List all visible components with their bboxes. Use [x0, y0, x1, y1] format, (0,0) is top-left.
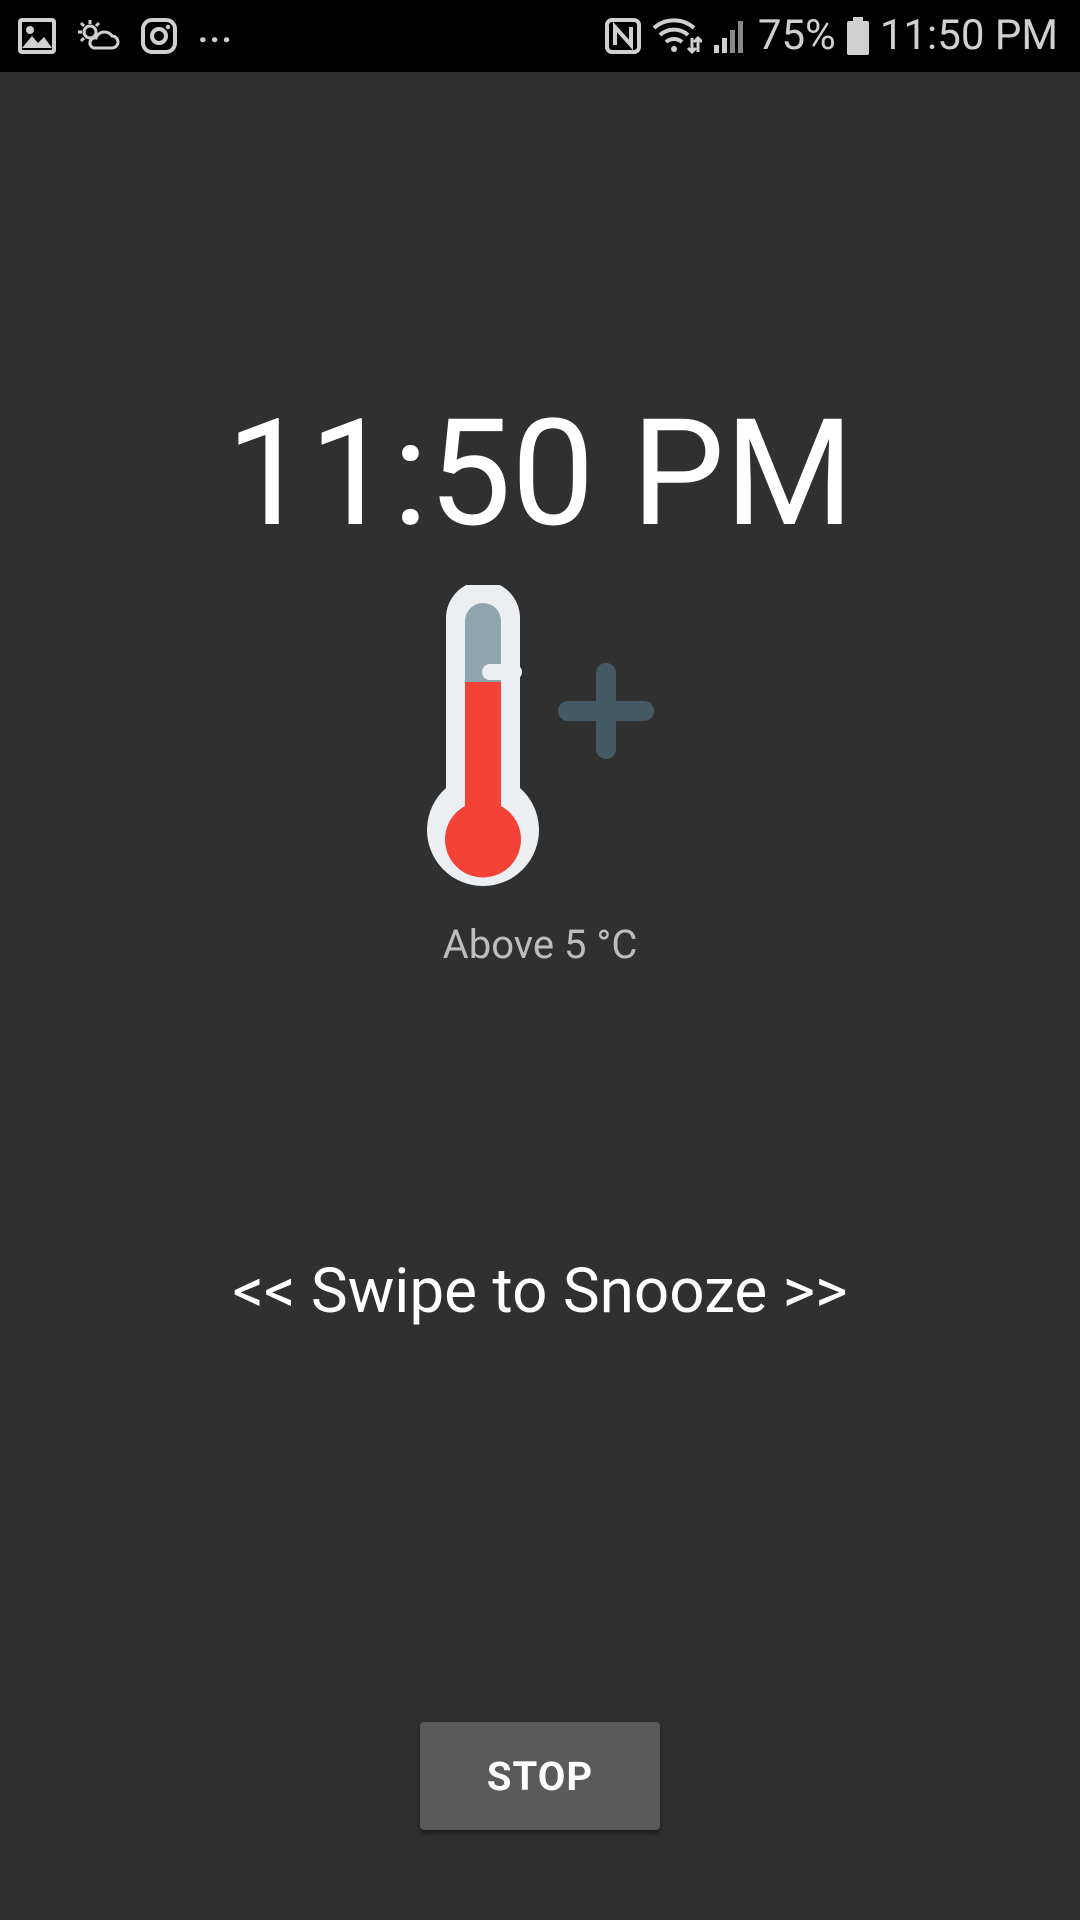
stop-button[interactable]: STOP: [420, 1722, 660, 1830]
signal-icon: [712, 17, 748, 55]
wifi-icon: [652, 16, 702, 56]
status-bar-system: 75% 11:50 PM: [604, 0, 1058, 72]
weather-icon: [76, 18, 120, 54]
status-bar-notifications: ...: [18, 0, 234, 72]
thermometer-plus-icon: [420, 585, 660, 895]
swipe-to-snooze[interactable]: << Swipe to Snooze >>: [0, 1250, 1080, 1334]
instagram-icon: [140, 17, 178, 55]
more-notifications-indicator: ...: [198, 11, 234, 51]
status-clock: 11:50 PM: [880, 0, 1058, 72]
nfc-icon: [604, 17, 642, 55]
battery-icon: [846, 16, 870, 56]
alarm-screen: ...: [0, 0, 1080, 1920]
battery-percent: 75%: [758, 0, 836, 72]
status-bar: ...: [0, 0, 1080, 72]
alarm-time: 11:50 PM: [0, 395, 1080, 555]
temperature-condition: Above 5 °C: [0, 917, 1080, 973]
gallery-icon: [18, 18, 56, 54]
